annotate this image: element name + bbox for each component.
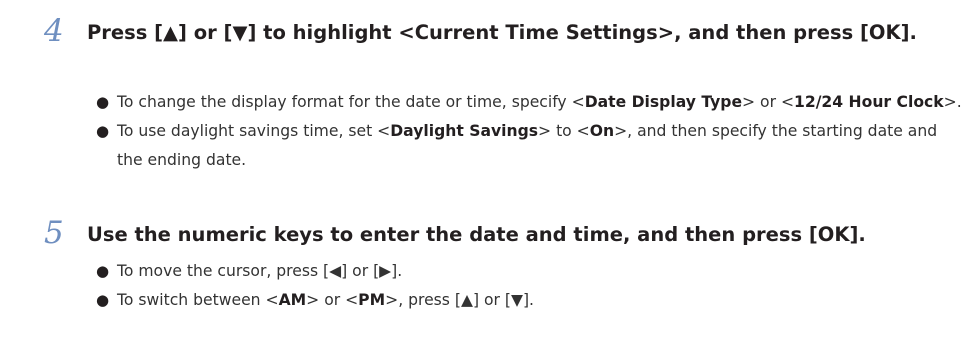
bullet-list: ● To move the cursor, press [◀] or [▶]. … [96, 257, 967, 315]
emphasis-text: AM [278, 291, 307, 309]
step-title: Use the numeric keys to enter the date a… [87, 223, 866, 246]
bullet-text: To change the display format for the dat… [117, 93, 585, 111]
bullet-icon: ● [96, 122, 110, 140]
bullet-item: ● To use daylight savings time, set <Day… [96, 117, 967, 175]
bullet-text: > to < [538, 122, 590, 140]
bullet-text: To switch between < [117, 291, 279, 309]
emphasis-text: On [589, 122, 615, 140]
bullet-item: ● To switch between <AM> or <PM>, press … [96, 286, 967, 315]
step-number: 5 [44, 215, 64, 251]
bullet-icon: ● [96, 291, 110, 309]
bullet-item: ● To change the display format for the d… [96, 88, 967, 117]
bullet-text: > or < [742, 93, 795, 111]
step-number: 4 [44, 13, 64, 49]
emphasis-text: PM [358, 291, 386, 309]
bullet-text: >, press [▲] or [▼]. [385, 291, 535, 309]
bullet-text: > or < [306, 291, 359, 309]
bullet-text: >. [943, 93, 962, 111]
bullet-icon: ● [96, 93, 110, 111]
bullet-item: ● To move the cursor, press [◀] or [▶]. [96, 257, 967, 286]
bullet-text: To use daylight savings time, set < [117, 122, 391, 140]
emphasis-text: Date Display Type [584, 93, 743, 111]
step-title: Press [▲] or [▼] to highlight <Current T… [87, 21, 917, 44]
emphasis-text: 12/24 Hour Clock [794, 93, 944, 111]
bullet-text: To move the cursor, press [◀] or [▶]. [117, 262, 403, 280]
bullet-list: ● To change the display format for the d… [96, 88, 967, 175]
emphasis-text: Daylight Savings [390, 122, 539, 140]
bullet-icon: ● [96, 262, 110, 280]
